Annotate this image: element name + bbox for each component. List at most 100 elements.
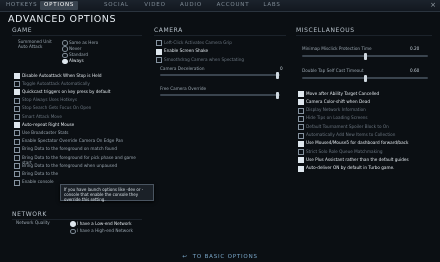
tab-social[interactable]: SOCIAL: [104, 1, 128, 10]
camera-deceleration-value: 0: [280, 66, 283, 71]
summoned-option-label-0: Same as Hero: [69, 39, 99, 45]
close-icon[interactable]: ×: [430, 1, 436, 10]
game-divider: [12, 35, 142, 36]
summoned-radio-3[interactable]: [62, 58, 68, 65]
game-option-label-6: Auto-repeat Right Mouse: [22, 121, 75, 127]
network-quality-label: Network Quality: [16, 220, 50, 225]
summoned-unit-label: Summoned Unit Auto Attack: [18, 39, 52, 49]
misc-option-checkbox-9[interactable]: [298, 165, 304, 172]
tab-labs[interactable]: LABS: [262, 1, 282, 10]
game-option-label-9: Bring Dota to the foreground on match fo…: [22, 146, 117, 152]
network-section-title: NETWORK: [12, 211, 47, 218]
misc-option-label-2: Display Network Information: [306, 107, 366, 113]
free-camera-override-slider[interactable]: [160, 94, 280, 96]
minimap-misclick-label: Minimap Misclick Protection Time: [302, 46, 372, 51]
game-option-checkbox-1[interactable]: [14, 81, 20, 88]
game-option-label-12: Bring Dota to the: [22, 170, 59, 176]
top-nav: HOTKEYS OPTIONS SOCIAL VIDEO AUDIO ACCOU…: [0, 0, 440, 12]
network-radio-0[interactable]: [70, 221, 76, 227]
game-option-checkbox-11[interactable]: [14, 163, 20, 170]
camera-option-checkbox-2[interactable]: [156, 57, 162, 63]
summoned-radio-0[interactable]: [62, 40, 68, 46]
misc-option-checkbox-3[interactable]: [298, 115, 304, 122]
network-radio-1[interactable]: [70, 228, 76, 235]
game-option-label-7: Use Broadcaster Stats: [22, 129, 69, 135]
camera-section-title: CAMERA: [154, 27, 183, 34]
game-option-label-1: Toggle Autoattack Automatically: [22, 80, 90, 86]
camera-deceleration-label: Camera Deceleration: [160, 66, 205, 71]
misc-option-label-5: Automatically Add New Items to Collectio…: [306, 132, 396, 137]
game-option-label-3: Stop Always Uses Hotkeys: [22, 97, 78, 103]
camera-option-checkbox-1[interactable]: [156, 48, 162, 55]
game-option-checkbox-12[interactable]: [14, 171, 20, 178]
misc-option-label-6: Use Mouse4/Mouse5 for dashboard forward/…: [306, 140, 409, 146]
misc-option-label-3: Hide Tips on Loading Screens: [306, 115, 368, 121]
camera-option-label-0: Left-Click Activates Camera Grip: [164, 39, 232, 45]
misc-option-label-1: Camera Color-shift when Dead: [306, 98, 370, 104]
page-title: ADVANCED OPTIONS: [8, 14, 117, 25]
misc-option-label-0: Move after Ability Target Cancelled: [306, 90, 380, 96]
misc-option-checkbox-1[interactable]: [298, 99, 304, 106]
summoned-radio-2[interactable]: [62, 52, 68, 59]
summoned-option-label-2: Standard: [69, 52, 89, 58]
game-option-checkbox-10[interactable]: [14, 155, 20, 161]
tab-hotkeys[interactable]: HOTKEYS: [6, 1, 37, 10]
tab-audio[interactable]: AUDIO: [180, 1, 202, 10]
camera-divider: [154, 35, 286, 36]
game-option-checkbox-5[interactable]: [14, 114, 20, 120]
game-option-label-13: Enable console: [22, 179, 54, 185]
double-tap-knob[interactable]: [363, 74, 367, 82]
misc-option-checkbox-2[interactable]: [298, 107, 304, 114]
camera-option-label-1: Enable Screen Shake: [164, 48, 209, 53]
misc-option-label-7: Strict Solo Role Queue Matchmaking: [306, 148, 383, 154]
minimap-misclick-knob[interactable]: [363, 52, 367, 60]
camera-option-label-2: Smoothdrag Camera when Spectating: [164, 56, 245, 62]
tab-options[interactable]: OPTIONS: [40, 1, 79, 10]
summoned-option-label-3: Always: [69, 58, 84, 64]
footer: ↩ TO BASIC OPTIONS: [0, 243, 440, 262]
double-tap-label: Double Tap Self Cast Timeout: [302, 68, 364, 73]
game-option-label-4: Stop Search Gets Focus On Open: [22, 105, 92, 111]
network-option-label-1: I have a High-end Network: [77, 228, 133, 233]
misc-option-checkbox-8[interactable]: [298, 157, 304, 164]
game-option-label-0: Disable Autoattack When Stop is Held: [22, 72, 102, 78]
basic-options-link[interactable]: TO BASIC OPTIONS: [193, 254, 258, 260]
minimap-misclick-value: 0.20: [410, 46, 420, 51]
game-option-checkbox-2[interactable]: [14, 89, 20, 96]
game-option-checkbox-8[interactable]: [14, 138, 20, 145]
misc-section-title: MISCELLANEOUS: [296, 27, 355, 34]
misc-option-checkbox-6[interactable]: [298, 140, 304, 147]
game-option-checkbox-6[interactable]: [14, 122, 20, 129]
game-option-label-11: Bring Dota to the foreground when unpaus…: [22, 162, 118, 168]
game-section-title: GAME: [12, 27, 33, 34]
game-option-checkbox-3[interactable]: [14, 97, 20, 104]
misc-option-label-4: Default Tournament Spoiler Block to On: [306, 123, 389, 129]
game-option-checkbox-0[interactable]: [14, 73, 20, 79]
free-camera-override-label: Free Camera Override: [160, 86, 207, 91]
tab-account[interactable]: ACCOUNT: [216, 1, 250, 10]
back-arrow-icon[interactable]: ↩: [182, 254, 187, 260]
free-camera-override-knob[interactable]: [276, 91, 280, 99]
misc-option-label-9: Auto-deliver ON by default in Turbo game…: [306, 165, 395, 171]
game-option-label-5: Smart Attack Move: [22, 113, 62, 119]
tooltip-text: If you have launch options like -dev or …: [64, 187, 144, 202]
camera-deceleration-slider[interactable]: [160, 74, 280, 76]
network-option-label-0: I have a Low-end Network: [77, 220, 132, 226]
console-tooltip: If you have launch options like -dev or …: [60, 184, 154, 202]
summoned-radio-1[interactable]: [62, 46, 68, 52]
camera-deceleration-knob[interactable]: [276, 71, 280, 79]
game-option-checkbox-4[interactable]: [14, 105, 20, 112]
summoned-option-label-1: Never: [69, 45, 82, 51]
misc-option-checkbox-4[interactable]: [298, 124, 304, 131]
misc-option-checkbox-5[interactable]: [298, 132, 304, 139]
camera-option-checkbox-0[interactable]: [156, 40, 162, 46]
misc-option-checkbox-7[interactable]: [298, 149, 304, 156]
game-option-checkbox-7[interactable]: [14, 130, 20, 137]
game-option-label-2: Quickcast triggers on key press by defau…: [22, 88, 111, 94]
misc-divider: [296, 35, 432, 36]
game-option-checkbox-9[interactable]: [14, 146, 20, 153]
game-option-checkbox-13[interactable]: [14, 179, 20, 186]
misc-option-checkbox-0[interactable]: [298, 91, 304, 97]
game-option-label-8: Enable Spectator Override Camera On Edge…: [22, 138, 124, 144]
tab-video[interactable]: VIDEO: [144, 1, 166, 10]
